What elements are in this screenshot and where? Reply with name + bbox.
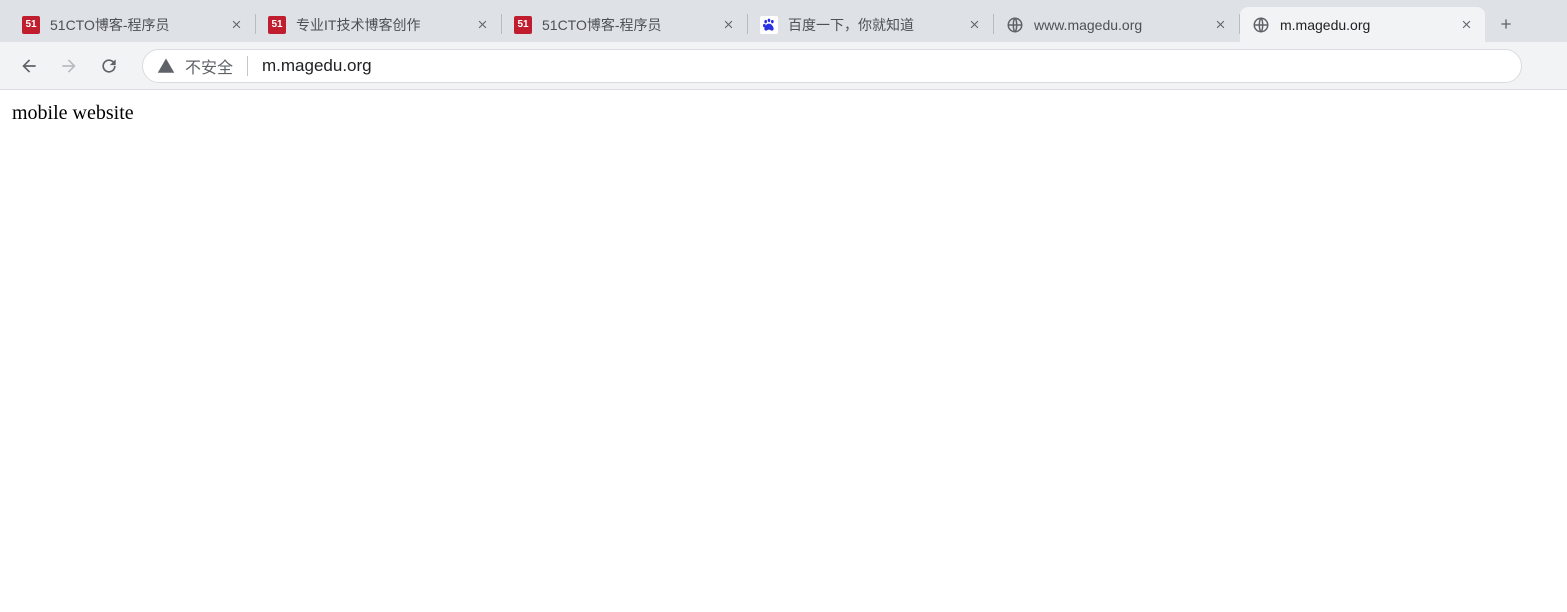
close-icon[interactable] bbox=[1211, 16, 1229, 34]
tab-magedu-www[interactable]: www.magedu.org bbox=[994, 7, 1239, 42]
favicon-51cto-icon: 51 bbox=[22, 16, 40, 34]
tab-51cto-2[interactable]: 51 专业IT技术博客创作 bbox=[256, 7, 501, 42]
tab-title: www.magedu.org bbox=[1034, 17, 1207, 33]
page-text: mobile website bbox=[12, 102, 134, 124]
favicon-51cto-icon: 51 bbox=[514, 16, 532, 34]
page-body: mobile website bbox=[0, 90, 1567, 137]
omnibox-divider bbox=[247, 56, 248, 76]
reload-button[interactable] bbox=[92, 49, 126, 83]
tab-title: 51CTO博客-程序员 bbox=[542, 15, 715, 35]
close-icon[interactable] bbox=[1457, 16, 1475, 34]
tab-title: 专业IT技术博客创作 bbox=[296, 15, 469, 35]
tab-title: 百度一下，你就知道 bbox=[788, 15, 961, 35]
tab-strip: 51 51CTO博客-程序员 51 专业IT技术博客创作 51 51CTO博客-… bbox=[0, 0, 1567, 42]
tab-51cto-3[interactable]: 51 51CTO博客-程序员 bbox=[502, 7, 747, 42]
favicon-globe-icon bbox=[1252, 16, 1270, 34]
forward-button[interactable] bbox=[52, 49, 86, 83]
favicon-51cto-icon: 51 bbox=[268, 16, 286, 34]
new-tab-button[interactable] bbox=[1491, 9, 1521, 39]
toolbar: 不安全 m.magedu.org bbox=[0, 42, 1567, 90]
tab-title: 51CTO博客-程序员 bbox=[50, 15, 223, 35]
close-icon[interactable] bbox=[965, 16, 983, 34]
favicon-baidu-icon bbox=[760, 16, 778, 34]
tab-baidu[interactable]: 百度一下，你就知道 bbox=[748, 7, 993, 42]
tab-title: m.magedu.org bbox=[1280, 17, 1453, 33]
url-text: m.magedu.org bbox=[262, 56, 372, 76]
close-icon[interactable] bbox=[719, 16, 737, 34]
tab-magedu-m[interactable]: m.magedu.org bbox=[1240, 7, 1485, 42]
security-label: 不安全 bbox=[185, 54, 233, 78]
close-icon[interactable] bbox=[227, 16, 245, 34]
back-button[interactable] bbox=[12, 49, 46, 83]
address-bar[interactable]: 不安全 m.magedu.org bbox=[142, 49, 1522, 83]
close-icon[interactable] bbox=[473, 16, 491, 34]
favicon-globe-icon bbox=[1006, 16, 1024, 34]
tab-51cto-1[interactable]: 51 51CTO博客-程序员 bbox=[10, 7, 255, 42]
not-secure-icon bbox=[157, 57, 175, 75]
